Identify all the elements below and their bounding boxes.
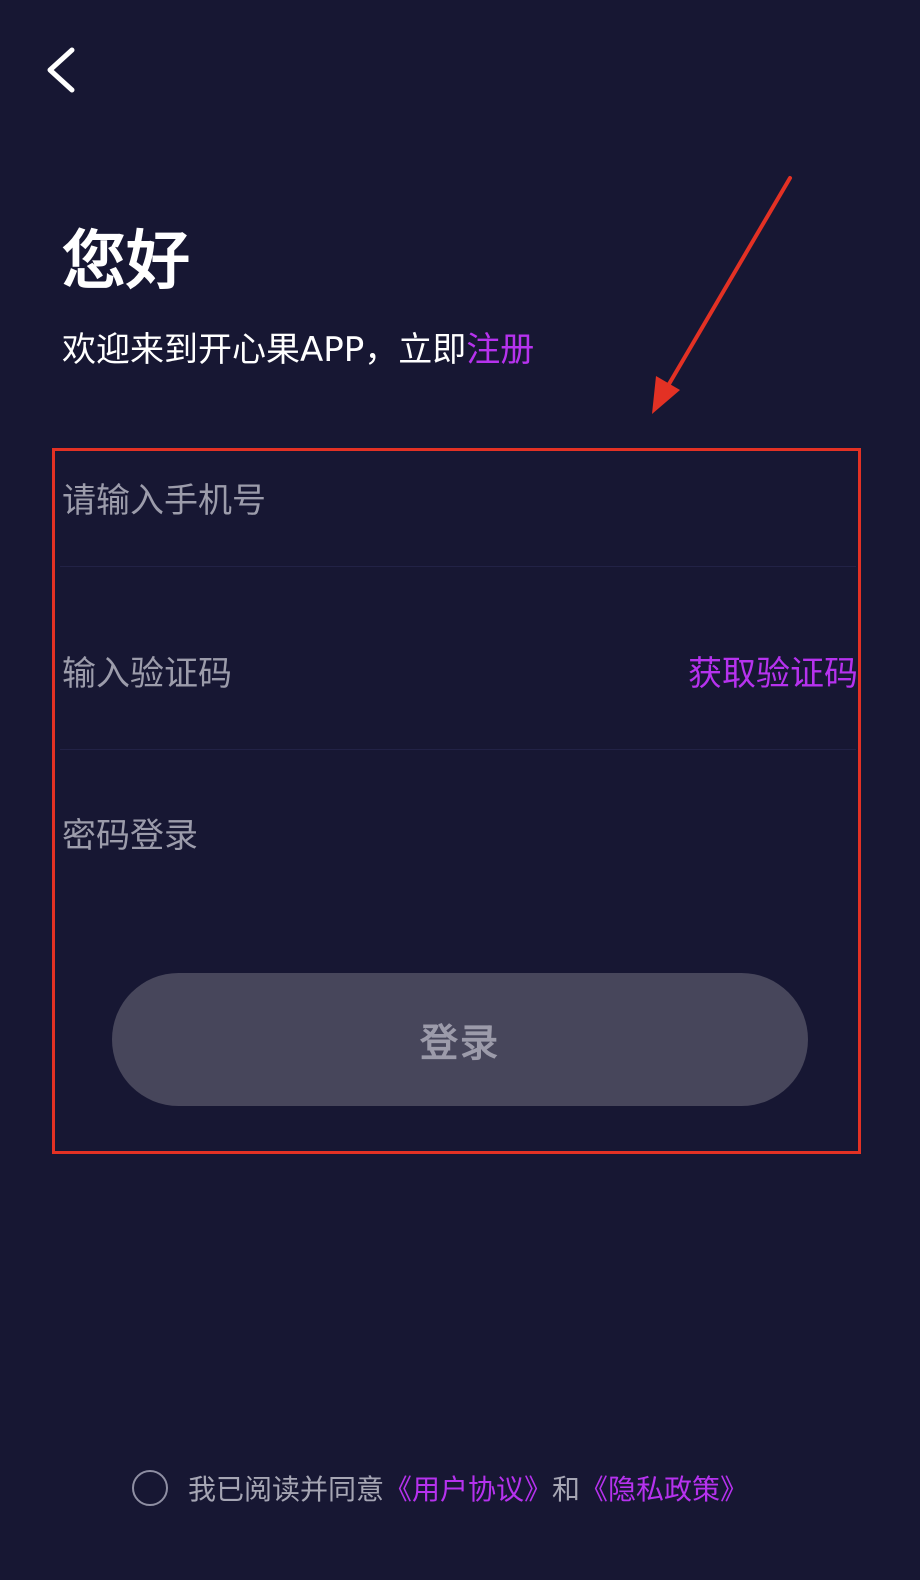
user-agreement-link[interactable]: 《用户协议》 xyxy=(384,1468,552,1508)
login-button[interactable]: 登录 xyxy=(112,973,808,1106)
divider xyxy=(60,749,856,750)
greeting-title: 您好 xyxy=(62,225,190,299)
welcome-text: 欢迎来到开心果APP，立即 xyxy=(62,330,467,370)
privacy-policy-link[interactable]: 《隐私政策》 xyxy=(580,1468,748,1508)
back-button[interactable] xyxy=(36,36,96,106)
divider xyxy=(60,566,856,567)
agree-radio[interactable] xyxy=(132,1470,168,1506)
welcome-line: 欢迎来到开心果APP，立即注册 xyxy=(62,326,534,374)
register-link[interactable]: 注册 xyxy=(466,330,534,370)
agreement-row: 我已阅读并同意 《用户协议》 和 《隐私政策》 xyxy=(132,1465,748,1511)
annotation-arrow xyxy=(652,176,792,414)
agreement-prefix: 我已阅读并同意 xyxy=(188,1473,385,1506)
verification-code-input[interactable] xyxy=(62,644,622,704)
password-login-link[interactable]: 密码登录 xyxy=(62,810,198,862)
get-code-button[interactable]: 获取验证码 xyxy=(688,648,858,700)
phone-input[interactable] xyxy=(62,471,842,531)
agreement-and: 和 xyxy=(552,1473,581,1506)
chevron-left-icon xyxy=(47,47,75,93)
